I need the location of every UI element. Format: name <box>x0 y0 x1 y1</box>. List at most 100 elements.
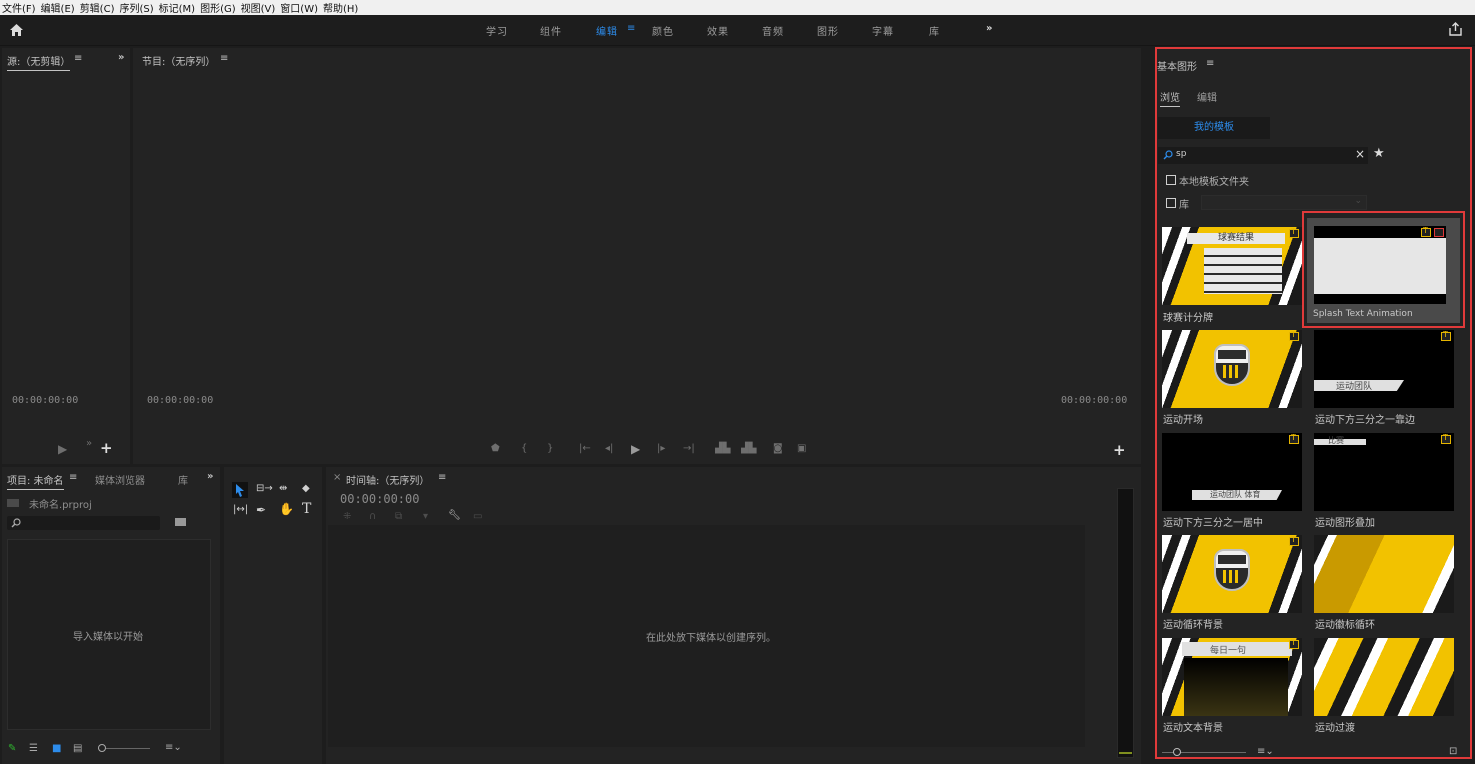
workspace-effects[interactable]: 效果 <box>707 23 729 38</box>
template-thumb-splash[interactable] <box>1314 226 1446 304</box>
add-marker-icon[interactable]: ⬟ <box>491 443 500 454</box>
extract-icon[interactable]: ▟▙ <box>741 443 756 454</box>
camera-icon[interactable]: ◙ <box>773 443 783 454</box>
zoom-slider-handle[interactable] <box>98 744 106 752</box>
install-template-icon[interactable]: ⊡ <box>1449 746 1457 757</box>
timeline-drop-area[interactable]: 在此处放下媒体以创建序列。 <box>328 525 1085 747</box>
tab-project[interactable]: 项目: 未命名 <box>7 472 64 490</box>
template-search-input[interactable]: sp × <box>1158 147 1368 164</box>
library-checkbox[interactable] <box>1166 198 1176 208</box>
chevrons-icon[interactable]: » <box>207 471 213 482</box>
home-icon[interactable] <box>10 24 23 36</box>
template-card-splash[interactable]: Splash Text Animation <box>1307 218 1460 323</box>
timeline-timecode[interactable]: 00:00:00:00 <box>340 492 419 506</box>
menu-view[interactable]: 视图(V) <box>241 0 276 15</box>
template-thumb-loop-background[interactable] <box>1162 535 1302 613</box>
go-to-in-icon[interactable]: |← <box>579 443 591 454</box>
chevrons-icon[interactable]: » <box>986 23 993 34</box>
menu-file[interactable]: 文件(F) <box>2 0 36 15</box>
type-tool-icon[interactable]: T <box>302 501 311 517</box>
clear-icon[interactable]: × <box>1355 147 1365 161</box>
tab-browse[interactable]: 浏览 <box>1160 89 1180 107</box>
linked-selection-icon[interactable]: ⧉ <box>395 511 402 522</box>
pencil-icon[interactable]: ✎ <box>8 743 16 754</box>
mark-out-icon[interactable]: } <box>547 443 553 454</box>
workspace-learn[interactable]: 学习 <box>486 23 508 38</box>
nest-icon[interactable]: ⁜ <box>343 511 351 522</box>
hamburger-icon[interactable]: ≡ <box>627 23 635 34</box>
razor-icon[interactable]: ◆ <box>302 483 310 494</box>
template-thumb-logo-loop[interactable] <box>1314 535 1454 613</box>
add-icon[interactable]: + <box>100 439 113 457</box>
program-title[interactable]: 节目:（无序列） <box>142 53 215 68</box>
menu-help[interactable]: 帮助(H) <box>323 0 358 15</box>
new-bin-icon[interactable] <box>175 518 186 526</box>
thumb-size-slider-handle[interactable] <box>1173 748 1181 756</box>
my-templates-button[interactable]: 我的模板 <box>1158 117 1270 139</box>
chevrons-icon[interactable]: » <box>86 438 92 449</box>
snap-icon[interactable]: ∩ <box>369 511 376 522</box>
star-icon[interactable]: ★ <box>1373 146 1385 161</box>
lift-icon[interactable]: ▟▙ <box>715 443 730 454</box>
workspace-assembly[interactable]: 组件 <box>540 23 562 38</box>
timeline-title[interactable]: 时间轴:（无序列） <box>346 472 429 487</box>
sort-icon[interactable]: ≡⌄ <box>1257 746 1274 757</box>
workspace-editing[interactable]: 编辑 <box>596 23 618 38</box>
compare-icon[interactable]: ▣ <box>797 443 806 454</box>
menu-sequence[interactable]: 序列(S) <box>119 0 153 15</box>
menu-edit[interactable]: 编辑(E) <box>41 0 75 15</box>
wrench-icon[interactable]: 🔧︎ <box>448 510 461 521</box>
pen-icon[interactable]: ✒ <box>256 503 266 517</box>
captions-icon[interactable]: ▭ <box>473 511 482 522</box>
icon-view-icon[interactable]: ■ <box>52 743 61 754</box>
project-search-input[interactable] <box>7 516 160 530</box>
hamburger-icon[interactable]: ≡ <box>438 472 446 483</box>
template-thumb-transition[interactable] <box>1314 638 1454 716</box>
library-select[interactable]: ⌄ <box>1201 195 1367 210</box>
share-icon[interactable] <box>1449 22 1462 36</box>
close-icon[interactable]: × <box>333 472 341 483</box>
hamburger-icon[interactable]: ≡ <box>1206 58 1214 69</box>
local-templates-checkbox[interactable] <box>1166 175 1176 185</box>
workspace-audio[interactable]: 音频 <box>762 23 784 38</box>
menu-graphics[interactable]: 图形(G) <box>200 0 236 15</box>
template-thumb-sports-intro[interactable] <box>1162 330 1302 408</box>
slip-tool-icon[interactable]: |↔| <box>233 504 248 515</box>
workspace-graphics[interactable]: 图形 <box>817 23 839 38</box>
template-thumb-text-background[interactable]: 每日一句 <box>1162 638 1302 716</box>
chevrons-icon[interactable]: » <box>118 52 124 63</box>
freeform-view-icon[interactable]: ▤ <box>73 743 82 754</box>
sort-icon[interactable]: ≡⌄ <box>165 742 182 753</box>
ripple-edit-icon[interactable]: ⇹ <box>279 483 287 494</box>
play-icon[interactable]: ▶ <box>58 442 67 456</box>
template-thumb-lower-third-center[interactable]: 运动团队 体育 <box>1162 433 1302 511</box>
step-forward-icon[interactable]: |▸ <box>657 443 665 454</box>
hand-icon[interactable]: ✋ <box>279 502 294 516</box>
tab-libraries[interactable]: 库 <box>178 472 188 487</box>
tab-media-browser[interactable]: 媒体浏览器 <box>95 472 145 487</box>
list-view-icon[interactable]: ☰ <box>29 743 38 754</box>
play-icon[interactable]: ▶ <box>631 442 640 456</box>
template-thumb-scoreboard[interactable]: 球赛结果 <box>1162 227 1302 305</box>
source-title[interactable]: 源:（无剪辑） <box>7 53 71 71</box>
workspace-color[interactable]: 颜色 <box>652 23 674 38</box>
menu-clip[interactable]: 剪辑(C) <box>80 0 115 15</box>
mark-in-icon[interactable]: { <box>521 443 527 454</box>
hamburger-icon[interactable]: ≡ <box>69 472 77 483</box>
hamburger-icon[interactable]: ≡ <box>220 53 228 64</box>
track-select-icon[interactable]: ⊟→ <box>256 483 273 494</box>
project-drop-area[interactable]: 导入媒体以开始 <box>7 539 211 730</box>
selection-tool-icon[interactable] <box>232 482 248 498</box>
workspace-captions[interactable]: 字幕 <box>872 23 894 38</box>
go-to-out-icon[interactable]: →| <box>683 443 695 454</box>
add-marker-icon[interactable]: ▾ <box>423 511 428 522</box>
template-thumb-graphic-overlay[interactable]: 比赛 <box>1314 433 1454 511</box>
tab-edit[interactable]: 编辑 <box>1197 89 1217 104</box>
step-back-icon[interactable]: ◂| <box>605 443 613 454</box>
hamburger-icon[interactable]: ≡ <box>74 53 82 64</box>
template-thumb-lower-third-side[interactable]: 运动团队 <box>1314 330 1454 408</box>
add-icon[interactable]: + <box>1113 441 1126 459</box>
workspace-libraries[interactable]: 库 <box>929 23 940 38</box>
menu-window[interactable]: 窗口(W) <box>280 0 318 15</box>
menu-markers[interactable]: 标记(M) <box>159 0 195 15</box>
